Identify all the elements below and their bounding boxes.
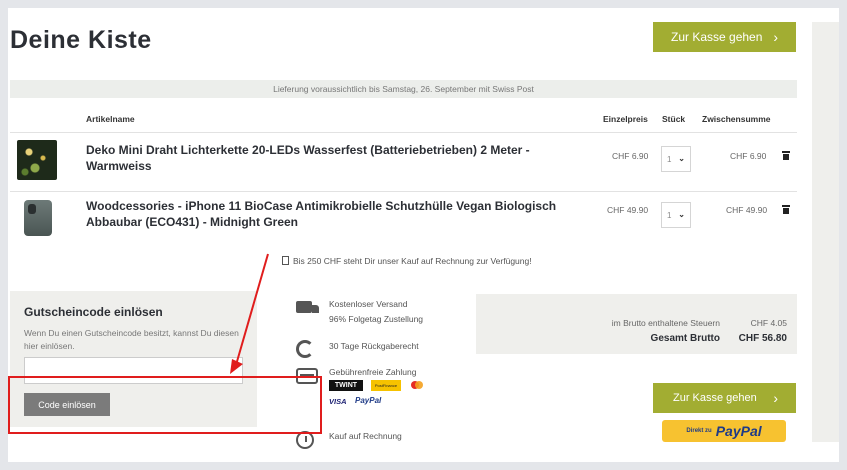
divider <box>10 191 797 192</box>
paypal-direct-prefix: Direkt zu <box>686 428 712 434</box>
unit-price: CHF 49.90 <box>607 205 649 215</box>
right-side-panel <box>812 22 839 442</box>
tax-label: im Brutto enthaltene Steuern <box>611 318 720 328</box>
feature-text: Kostenloser Versand <box>329 299 408 309</box>
visa-logo: VISA <box>329 397 347 406</box>
quantity-value: 1 <box>667 210 672 220</box>
feature-subtext: 96% Folgetag Zustellung <box>329 314 424 324</box>
column-header-article: Artikelname <box>86 114 135 124</box>
quantity-value: 1 <box>667 154 672 164</box>
divider <box>10 132 797 133</box>
checkout-button-label: Zur Kasse gehen <box>673 392 757 404</box>
paypal-logo: PayPal <box>355 396 382 405</box>
product-image-phone-case[interactable] <box>24 200 52 236</box>
paypal-direct-button[interactable]: Direkt zu PayPal <box>662 420 786 442</box>
feature-text: Gebührenfreie Zahlung <box>329 367 417 377</box>
trash-icon[interactable] <box>782 151 790 160</box>
chevron-right-icon: › <box>773 29 778 45</box>
checkout-button-label: Zur Kasse gehen <box>671 30 763 44</box>
invoice-note-text: Bis 250 CHF steht Dir unser Kauf auf Rec… <box>293 256 532 266</box>
checkout-button-bottom[interactable]: Zur Kasse gehen › <box>653 383 796 413</box>
product-image-lights[interactable] <box>17 140 57 180</box>
chevron-down-icon: ⌄ <box>678 154 685 163</box>
checkout-button-top[interactable]: Zur Kasse gehen › <box>653 22 796 52</box>
twint-logo: TWINT <box>329 380 363 391</box>
truck-icon <box>296 301 319 313</box>
paypal-direct-logo: PayPal <box>715 423 762 439</box>
page-title: Deine Kiste <box>10 26 152 54</box>
postfinance-logo: PostFinance <box>371 380 401 391</box>
quantity-select[interactable]: 1 ⌄ <box>661 146 691 172</box>
voucher-title: Gutscheincode einlösen <box>24 305 163 319</box>
unit-price: CHF 6.90 <box>612 151 649 161</box>
annotation-highlight-box <box>8 376 322 434</box>
totals-panel: im Brutto enthaltene Steuern CHF 4.05 Ge… <box>476 294 797 354</box>
quantity-select[interactable]: 1 ⌄ <box>661 202 691 228</box>
chevron-down-icon: ⌄ <box>678 210 685 219</box>
voucher-description: Wenn Du einen Gutscheincode besitzt, kan… <box>24 328 239 351</box>
column-header-subtotal: Zwischensumme <box>702 114 771 124</box>
column-header-unit-price: Einzelpreis <box>603 114 648 124</box>
column-header-quantity: Stück <box>662 114 686 124</box>
product-name[interactable]: Deko Mini Draht Lichterkette 20-LEDs Was… <box>86 142 586 174</box>
feature-text: Kauf auf Rechnung <box>329 431 402 441</box>
gross-total-value: CHF 56.80 <box>738 333 787 344</box>
subtotal: CHF 49.90 <box>726 205 768 215</box>
trash-icon[interactable] <box>782 205 790 214</box>
mastercard-icon <box>411 381 423 390</box>
delivery-note: Lieferung voraussichtlich bis Samstag, 2… <box>10 80 797 98</box>
invoice-note: Bis 250 CHF steht Dir unser Kauf auf Rec… <box>282 256 532 266</box>
tax-value: CHF 4.05 <box>750 318 787 328</box>
subtotal: CHF 6.90 <box>730 151 767 161</box>
document-icon <box>282 256 289 265</box>
feature-text: 30 Tage Rückgaberecht <box>329 341 419 351</box>
product-name[interactable]: Woodcessories - iPhone 11 BioCase Antimi… <box>86 198 566 230</box>
chevron-right-icon: › <box>773 390 778 406</box>
gross-total-label: Gesamt Brutto <box>650 333 720 344</box>
refresh-icon <box>296 340 314 358</box>
